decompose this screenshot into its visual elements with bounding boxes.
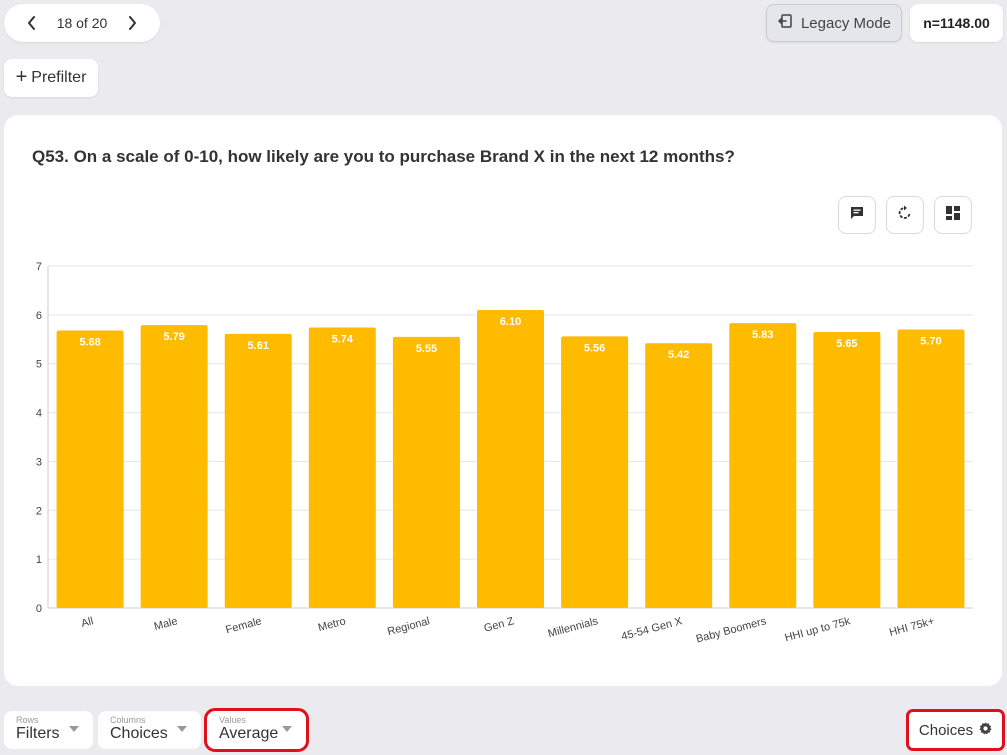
bar-value-label: 5.83	[752, 329, 773, 341]
x-tick-label: Gen Z	[483, 615, 516, 635]
bar	[392, 336, 460, 608]
y-tick-label: 5	[36, 359, 42, 371]
bar	[645, 343, 713, 608]
chevron-down-icon	[177, 726, 187, 732]
y-tick-label: 4	[36, 408, 42, 420]
x-tick-label: Regional	[386, 615, 431, 638]
gear-icon	[979, 721, 992, 739]
bar-value-label: 5.61	[248, 340, 269, 352]
bar-value-label: 5.65	[836, 338, 857, 350]
x-tick-label: Baby Boomers	[695, 615, 768, 645]
x-tick-label: HHI 75k+	[888, 615, 936, 639]
x-tick-label: HHI up to 75k	[784, 615, 853, 644]
y-tick-label: 2	[36, 505, 42, 517]
x-tick-label: All	[80, 615, 95, 630]
rows-selector[interactable]: Rows Filters	[4, 711, 93, 749]
values-caption: Values	[219, 715, 246, 725]
bar-value-label: 5.55	[416, 343, 437, 355]
chevron-down-icon	[282, 726, 292, 732]
columns-selector[interactable]: Columns Choices	[98, 711, 201, 749]
bar	[813, 331, 881, 608]
bar-value-label: 5.74	[332, 334, 354, 346]
y-tick-label: 0	[36, 603, 42, 615]
x-tick-label: 45-54 Gen X	[620, 615, 684, 643]
y-tick-label: 3	[36, 456, 42, 468]
x-tick-label: Millennials	[547, 615, 600, 640]
columns-caption: Columns	[110, 715, 146, 725]
bar-value-label: 6.10	[500, 316, 521, 328]
choices-settings-button[interactable]: Choices	[906, 709, 1005, 751]
bar	[308, 327, 376, 608]
bar	[561, 336, 629, 608]
bar-value-label: 5.56	[584, 342, 605, 354]
x-tick-label: Metro	[317, 615, 347, 634]
x-tick-label: Female	[224, 615, 263, 636]
bar-value-label: 5.79	[163, 331, 184, 343]
bar	[56, 330, 124, 608]
bar	[897, 329, 965, 608]
rows-caption: Rows	[16, 715, 39, 725]
bar-value-label: 5.70	[920, 336, 941, 348]
choices-label: Choices	[918, 721, 974, 739]
chevron-down-icon	[69, 726, 79, 732]
bar	[224, 333, 292, 608]
y-tick-label: 1	[36, 554, 42, 566]
bar	[140, 325, 208, 608]
bar-value-label: 5.42	[668, 349, 689, 361]
bar-chart: 0 1 2 3 4 5 6 7 5.68 All 5.79 Male 5.61 Female 5.74 Me…	[36, 261, 973, 646]
x-tick-label: Male	[153, 615, 179, 633]
bar	[477, 309, 544, 608]
y-tick-label: 6	[36, 310, 42, 322]
bar	[729, 323, 797, 608]
y-tick-label: 7	[36, 261, 42, 273]
values-selector[interactable]: Values Average	[204, 708, 309, 752]
bar-value-label: 5.68	[79, 336, 100, 348]
